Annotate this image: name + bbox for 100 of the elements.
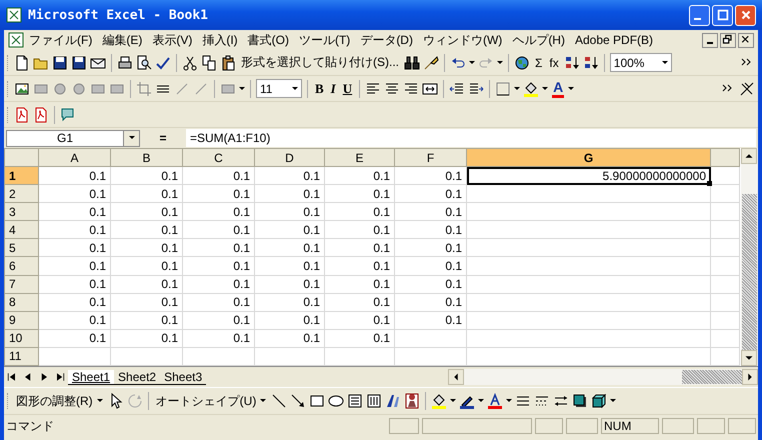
clipboard-icon[interactable] [220, 54, 236, 70]
column-header[interactable]: G [466, 148, 710, 167]
globe-icon[interactable] [514, 54, 530, 70]
increase-indent-icon[interactable] [468, 80, 484, 96]
pdf-icon[interactable] [14, 106, 30, 122]
sort-icon[interactable] [564, 54, 580, 70]
menu-item[interactable]: 書式(O) [242, 30, 294, 50]
rectangle-icon[interactable] [309, 393, 326, 409]
merge-cells-icon[interactable] [422, 80, 438, 96]
row-header[interactable]: 9 [4, 311, 38, 330]
sheet-tab[interactable]: Sheet2 [114, 370, 160, 384]
fill-bucket-icon[interactable] [523, 80, 540, 96]
row-header[interactable]: 5 [4, 238, 38, 257]
menu-item[interactable]: ファイル(F) [24, 30, 98, 50]
scroll-up-icon[interactable] [741, 148, 757, 164]
arrow-icon[interactable] [290, 393, 306, 409]
column-header[interactable]: A [38, 148, 110, 167]
minimize-button[interactable] [702, 32, 718, 48]
row-header[interactable]: 8 [4, 293, 38, 312]
toolbar-button[interactable]: Σ [533, 52, 544, 72]
column-header[interactable]: B [110, 148, 182, 167]
column-header[interactable]: E [324, 148, 394, 167]
binoculars-icon[interactable] [404, 54, 420, 70]
selected-cell[interactable]: 5.90000000000000 [466, 166, 710, 185]
caret-icon[interactable] [450, 399, 456, 403]
table-cell[interactable]: 0.1 [182, 166, 254, 185]
scroll-thumb[interactable] [682, 370, 742, 384]
caret-icon[interactable] [542, 86, 548, 90]
row-header[interactable]: 4 [4, 220, 38, 239]
row-header[interactable]: 1 [4, 166, 38, 185]
restore-button[interactable] [720, 32, 736, 48]
cube-icon[interactable] [591, 393, 608, 409]
row-header[interactable]: 2 [4, 184, 38, 203]
column-header[interactable]: D [254, 148, 324, 167]
row-header[interactable]: 7 [4, 275, 38, 294]
menu-item[interactable]: Adobe PDF(B) [570, 31, 658, 49]
table-cell[interactable]: 0.1 [110, 166, 182, 185]
pdf-icon[interactable] [33, 106, 49, 122]
caret-icon[interactable] [469, 60, 475, 64]
table-cell[interactable]: 0.1 [394, 166, 466, 185]
scroll-right-icon[interactable] [742, 369, 758, 385]
printer-icon[interactable] [117, 54, 133, 70]
table-cell[interactable]: 0.1 [324, 166, 394, 185]
sort-icon[interactable] [582, 54, 599, 70]
excel-icon[interactable] [6, 7, 22, 23]
row-header[interactable]: 3 [4, 202, 38, 221]
row-header[interactable]: 11 [4, 347, 38, 366]
menu-item[interactable]: 編集(E) [97, 30, 148, 50]
align-center-icon[interactable] [384, 80, 400, 96]
caret-icon[interactable] [610, 399, 616, 403]
caret-icon[interactable] [239, 86, 245, 90]
vertical-text-box-icon[interactable] [366, 393, 382, 409]
row-header[interactable]: 6 [4, 256, 38, 276]
scroll-thumb[interactable] [742, 194, 757, 350]
sheet-tab[interactable]: Sheet3 [160, 370, 206, 384]
toolbar-button[interactable]: U [340, 78, 354, 98]
scroll-down-icon[interactable] [741, 350, 757, 366]
arrow-style-icon[interactable] [553, 393, 570, 409]
copy-icon[interactable] [201, 54, 217, 70]
menu-item[interactable]: ウィンドウ(W) [418, 30, 508, 50]
menu-item[interactable]: 表示(V) [147, 30, 198, 50]
horizontal-scrollbar[interactable] [448, 369, 758, 385]
new-page-icon[interactable] [14, 54, 30, 70]
table-cell[interactable]: 0.1 [254, 166, 324, 185]
check-icon[interactable] [155, 54, 171, 70]
caret-icon[interactable] [568, 86, 574, 90]
caret-icon[interactable] [514, 86, 520, 90]
excel-icon[interactable] [8, 32, 24, 48]
picture-icon[interactable] [14, 80, 30, 96]
toolbar-button[interactable]: 形式を選択して貼り付け(S)... [239, 52, 401, 72]
border-icon[interactable] [495, 80, 512, 96]
menu-item[interactable]: ヘルプ(H) [507, 30, 570, 50]
scroll-left-icon[interactable] [448, 369, 464, 385]
vertical-scrollbar[interactable] [741, 148, 758, 366]
column-header[interactable]: C [182, 148, 254, 167]
font-color-icon[interactable] [487, 393, 504, 409]
clipart-icon[interactable] [404, 393, 420, 409]
caret-icon[interactable] [478, 399, 484, 403]
formula-field[interactable]: =SUM(A1:F10) [186, 129, 756, 147]
text-box-icon[interactable] [347, 393, 364, 409]
name-box[interactable]: G1 [6, 130, 140, 146]
comment-icon[interactable] [60, 106, 76, 122]
decrease-indent-icon[interactable] [449, 80, 466, 96]
close-button[interactable] [738, 32, 754, 48]
line-icon[interactable] [271, 393, 288, 409]
align-right-icon[interactable] [403, 80, 420, 96]
column-header[interactable]: F [394, 148, 466, 167]
toolbar-button[interactable]: fx [547, 52, 561, 72]
zoom-combo[interactable]: 100% [610, 53, 672, 72]
menu-item[interactable]: ツール(T) [294, 30, 356, 50]
caret-icon[interactable] [506, 399, 512, 403]
row-header[interactable]: 10 [4, 329, 38, 348]
toolbar-button[interactable]: A [551, 78, 566, 98]
menu-item[interactable]: データ(D) [355, 30, 418, 50]
table-cell[interactable]: 0.1 [38, 166, 110, 185]
wordart-icon[interactable] [385, 393, 402, 409]
scissors-icon[interactable] [182, 54, 198, 70]
zoom-combo[interactable]: 11 [256, 79, 302, 98]
maximize-button[interactable] [712, 4, 733, 26]
toolbar-button[interactable]: B [313, 78, 326, 98]
